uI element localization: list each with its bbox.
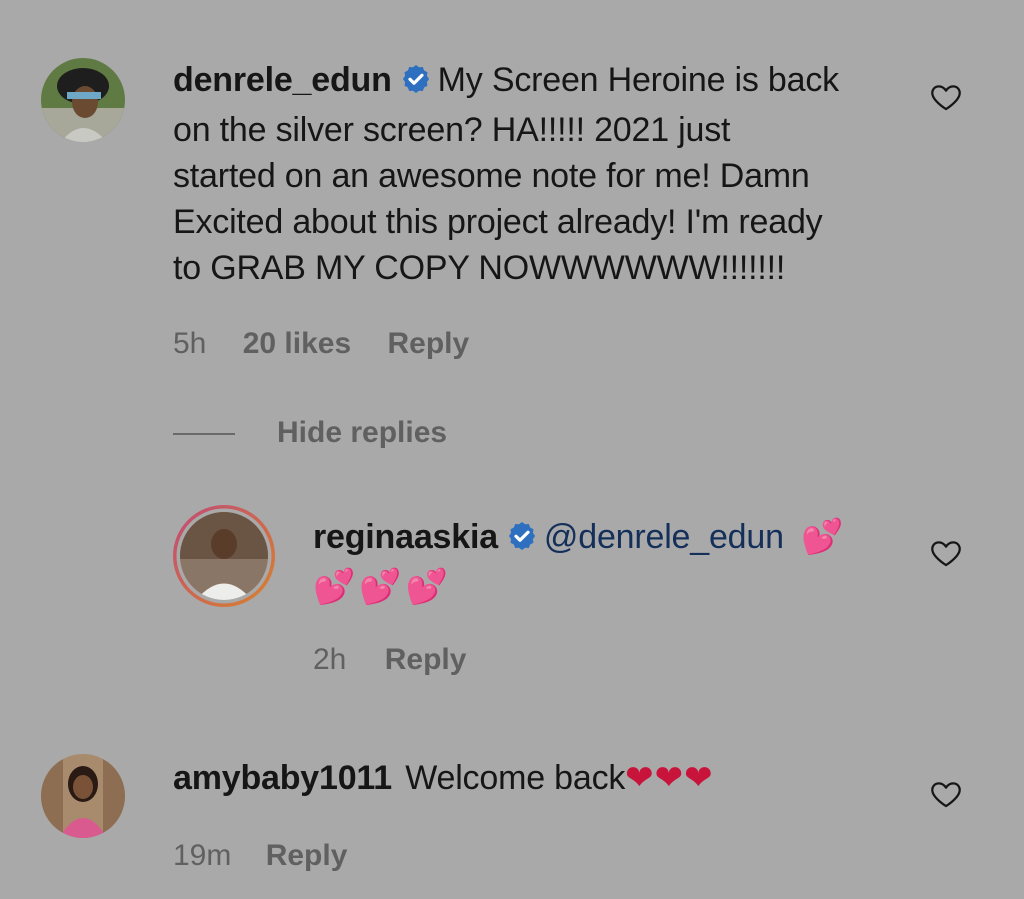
like-heart-icon[interactable] <box>929 777 963 811</box>
comment-body: amybaby1011 Welcome back❤❤❤ <box>173 755 913 801</box>
two-hearts-emoji: 💕 <box>801 518 848 556</box>
hide-replies-button[interactable]: Hide replies <box>277 415 447 451</box>
reply-button[interactable]: Reply <box>385 642 467 678</box>
comment-meta: 19m Reply <box>173 838 347 874</box>
avatar-denrele-edun[interactable] <box>41 58 125 142</box>
reply-body: reginaaskia @denrele_edun 💕 💕💕💕 <box>313 514 893 610</box>
comment-meta: 5h 20 likes Reply <box>173 326 469 362</box>
likes-count[interactable]: 20 likes <box>243 326 351 362</box>
reply-meta: 2h Reply <box>313 642 466 678</box>
comment-text-line: on the silver screen? HA!!!!! 2021 just <box>173 111 731 149</box>
avatar-amybaby1011[interactable] <box>41 754 125 838</box>
mention-link[interactable]: @denrele_edun <box>544 518 784 556</box>
comment-username[interactable]: denrele_edun <box>173 61 392 99</box>
reply-username[interactable]: reginaaskia <box>313 518 498 556</box>
verified-badge-icon <box>400 61 432 107</box>
comment-text-line: Excited about this project already! I'm … <box>173 203 823 241</box>
reply-timestamp: 2h <box>313 643 347 676</box>
avatar-image <box>41 754 125 838</box>
comment-username[interactable]: amybaby1011 <box>173 759 392 797</box>
like-heart-icon[interactable] <box>929 536 963 570</box>
comment-text: Welcome back <box>405 759 626 797</box>
hide-replies-divider <box>173 433 235 435</box>
comment-timestamp: 5h <box>173 327 207 360</box>
comment-body: denrele_edun My Screen Heroine is back on… <box>173 57 933 291</box>
red-hearts-emoji: ❤❤❤ <box>625 759 714 797</box>
like-heart-icon[interactable] <box>929 80 963 114</box>
comment-text-line: My Screen Heroine is back <box>437 61 839 99</box>
reply-button[interactable]: Reply <box>388 326 470 362</box>
avatar-image <box>173 505 275 607</box>
reply-button[interactable]: Reply <box>266 838 348 874</box>
avatar-image <box>41 58 125 142</box>
comment-text-line: started on an awesome note for me! Damn <box>173 157 810 195</box>
verified-badge-icon <box>506 518 538 564</box>
two-hearts-emoji-line: 💕💕💕 <box>313 568 453 606</box>
comment-text-line: to GRAB MY COPY NOWWWWWW!!!!!!! <box>173 249 786 287</box>
avatar-reginaaskia-story-ring[interactable] <box>172 504 276 608</box>
comment-timestamp: 19m <box>173 839 232 872</box>
